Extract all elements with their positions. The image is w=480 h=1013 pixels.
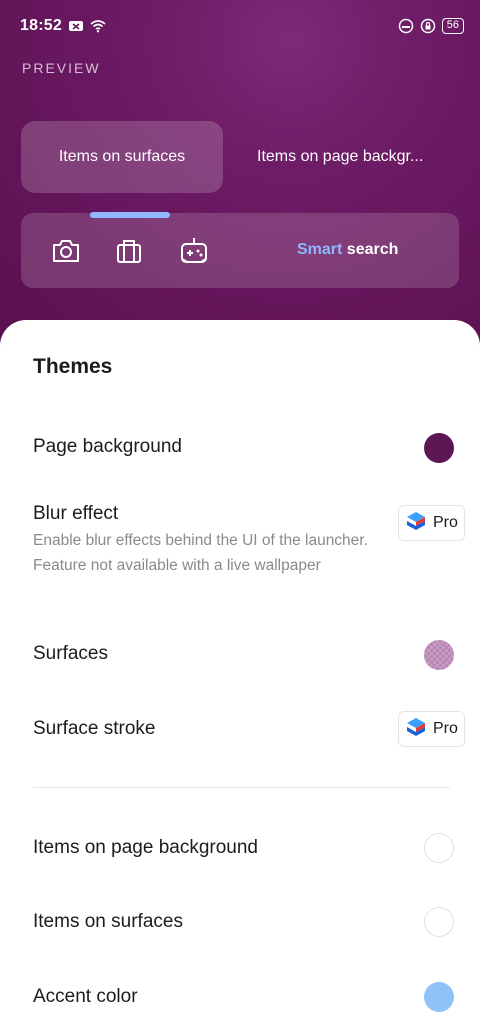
row-surfaces[interactable]: Surfaces: [33, 643, 108, 665]
surfaces-swatch[interactable]: [424, 640, 454, 670]
page-background-swatch[interactable]: [424, 433, 454, 463]
smart-search-label: search: [342, 241, 399, 258]
wifi-icon: [90, 20, 106, 33]
items-on-page-background-swatch[interactable]: [424, 833, 454, 863]
tab-indicator: [90, 212, 170, 218]
row-items-on-page-background[interactable]: Items on page background: [33, 837, 258, 859]
row-accent-color[interactable]: Accent color: [33, 986, 138, 1008]
tab-items-on-page-background[interactable]: Items on page backgr...: [223, 121, 459, 193]
section-divider: [33, 787, 450, 788]
shopping-bag-icon: [117, 240, 141, 263]
tab-items-on-surfaces[interactable]: Items on surfaces: [21, 121, 223, 193]
blur-effect-description: Enable blur effects behind the UI of the…: [33, 532, 368, 574]
items-on-surfaces-swatch[interactable]: [424, 907, 454, 937]
blur-pro-label: Pro: [433, 514, 458, 531]
blur-pro-badge[interactable]: Pro: [398, 505, 465, 541]
preview-label: PREVIEW: [22, 60, 101, 76]
smart-search-accent: Smart: [297, 241, 343, 258]
themes-title: Themes: [33, 355, 113, 378]
accent-color-swatch[interactable]: [424, 982, 454, 1012]
settings-sheet: [0, 320, 480, 1013]
stroke-pro-badge[interactable]: Pro: [398, 711, 465, 747]
pro-logo-icon: [407, 512, 425, 530]
data-saver-icon: [398, 18, 413, 34]
row-page-background[interactable]: Page background: [33, 436, 182, 458]
gamepad-icon: [181, 238, 207, 263]
row-items-on-surfaces[interactable]: Items on surfaces: [33, 911, 183, 933]
camera-icon: [53, 240, 79, 262]
status-time: 18:52: [20, 17, 62, 34]
row-surface-stroke[interactable]: Surface stroke: [33, 718, 156, 740]
notification-icon: [68, 21, 83, 31]
status-bar: 18:52 56: [20, 14, 464, 38]
stroke-pro-label: Pro: [433, 720, 458, 737]
smart-search-button[interactable]: Smart search: [297, 241, 398, 259]
battery-level: 56: [441, 18, 464, 34]
lock-rotation-icon: [420, 18, 435, 34]
preview-dock: Smart search: [21, 213, 459, 288]
preview-area: 18:52 56 PREVIEW Items on surfaces Items…: [0, 0, 480, 360]
preview-tabs: Items on surfaces Items on page backgr..…: [21, 121, 459, 193]
row-blur-effect[interactable]: Blur effect: [33, 503, 118, 525]
pro-logo-icon: [407, 718, 425, 736]
